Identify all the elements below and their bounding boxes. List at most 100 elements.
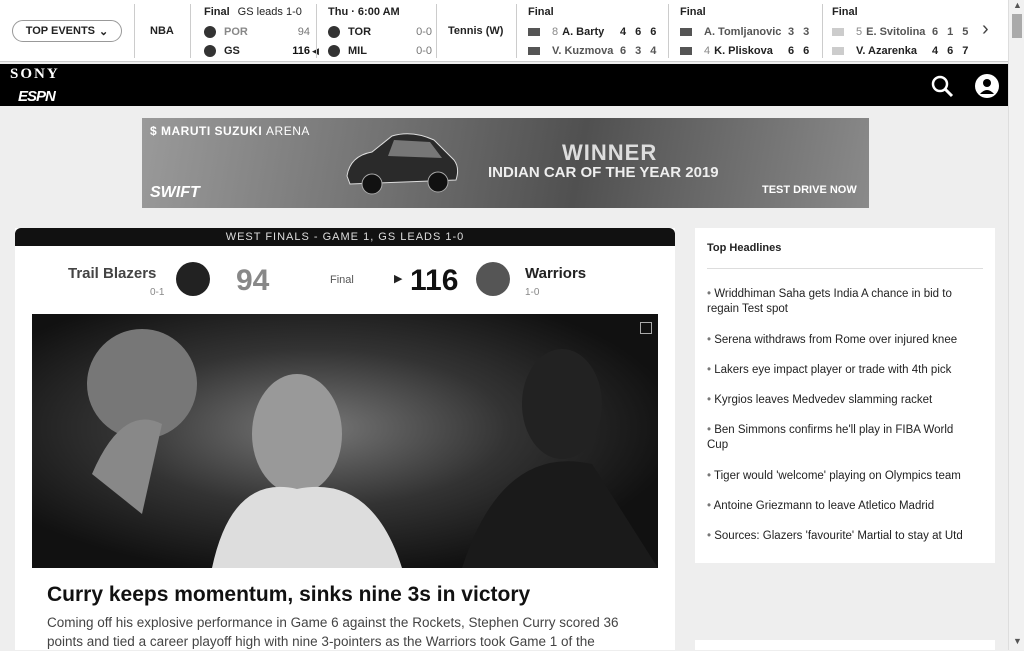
team-logo-icon [328,45,340,57]
top-headlines-title: Top Headlines [707,242,782,254]
player-name: K. Pliskova [714,45,773,57]
player-name: A. Barty [562,26,605,38]
headline-link[interactable]: Ben Simmons confirms he'll play in FIBA … [707,423,977,453]
set-scores: 466 [620,26,657,38]
secondary-card [695,640,995,650]
player-row: 8 A. Barty 4 6 6 [528,24,656,40]
headline-link[interactable]: Sources: Glazers 'favourite' Martial to … [707,529,977,544]
user-profile-icon[interactable] [975,74,999,98]
match-card-pliskova[interactable]: Final A. Tomljanovic 3 3 4 K. Pliskova 6 6 [674,0,818,62]
espn-logo[interactable]: ESPN [18,88,56,105]
chevron-right-icon[interactable]: › [982,18,989,41]
player-name: V. Azarenka [856,45,917,57]
flag-icon [832,47,844,55]
headline-link[interactable]: Antoine Griezmann to leave Atletico Madr… [707,499,977,514]
team-abbr: MIL [348,45,367,57]
headline-link[interactable]: Wriddhiman Saha gets India A chance in b… [707,287,977,317]
team-row: MIL 0-0 [328,43,432,59]
game-card-tor-mil[interactable]: Thu · 6:00 AM TOR 0-0 MIL 0-0 [322,0,434,62]
divider [190,4,191,58]
advertisement-banner[interactable]: $ MARUTI SUZUKI ARENA WINNER INDIAN CAR … [142,118,869,208]
away-team-record: 0-1 [150,287,165,298]
page-scrollbar[interactable]: ▲ ▼ [1008,0,1024,650]
car-image [346,133,459,195]
flag-icon [832,28,844,36]
match-status: Final [680,6,706,18]
player-row: 4 K. Pliskova 6 6 [680,43,809,59]
expand-image-icon[interactable] [640,322,652,334]
team-abbr: TOR [348,26,372,38]
series-note: GS leads 1-0 [237,6,302,18]
story-headline[interactable]: Curry keeps momentum, sinks nine 3s in v… [47,583,530,607]
match-status: Final [832,6,858,18]
team-score: 116 [292,45,310,57]
suzuki-logo-icon: $ [150,124,162,138]
set-scores: 66 [788,45,810,57]
hero-photo-illustration [87,329,658,568]
match-card-barty[interactable]: Final 8 A. Barty 4 6 6 V. Kuzmova 6 3 4 [522,0,664,62]
set-scores: 467 [932,45,969,57]
away-team-name[interactable]: Trail Blazers [68,265,156,282]
sport-label-nba: NBA [150,25,174,37]
team-logo-icon [204,26,216,38]
winner-arrow-icon: ▶ [394,273,403,285]
match-card-svitolina[interactable]: Final 5 E. Svitolina 6 1 5 V. Azarenka 4 6 7 [826,0,976,62]
divider [516,4,517,58]
home-team-score: 116 [410,264,459,297]
game-status: Final [330,274,354,286]
search-icon[interactable] [930,74,954,98]
scroll-down-arrow-icon[interactable]: ▼ [1013,636,1022,646]
sport-label-tennis: Tennis (W) [448,25,504,37]
team-score: 94 [297,26,310,38]
player-row: V. Azarenka 4 6 7 [832,43,968,59]
divider [316,4,317,58]
sony-logo[interactable]: SONY [10,66,60,83]
team-row: POR 94 [204,24,310,40]
home-team-name[interactable]: Warriors [525,265,586,282]
seed: 5 [856,26,863,38]
chevron-down-icon: ⌄ [99,25,109,38]
trail-blazers-logo-icon[interactable] [176,262,210,296]
divider [134,4,135,58]
team-abbr: POR [224,26,248,38]
headline-link[interactable]: Kyrgios leaves Medvedev slamming racket [707,393,977,408]
top-events-label: TOP EVENTS [25,25,96,37]
set-scores: 634 [620,45,657,57]
divider [822,4,823,58]
ad-subline: INDIAN CAR OF THE YEAR 2019 [488,164,719,181]
player-name: E. Svitolina [866,26,926,38]
seed: 8 [552,26,559,38]
flag-icon [528,28,540,36]
game-series-strip[interactable]: WEST FINALS - GAME 1, GS LEADS 1-0 [15,228,675,246]
flag-icon [528,47,540,55]
ad-cta-button[interactable]: TEST DRIVE NOW [762,184,857,196]
home-team-record: 1-0 [525,287,540,298]
team-logo-icon [328,26,340,38]
set-scores: 33 [788,26,810,38]
ad-headline: WINNER [562,140,658,165]
game-card-por-gs[interactable]: FinalGS leads 1-0 POR94 GS116◀ [198,0,319,62]
scoreboard-strip: TOP EVENTS ⌄ NBA Final GS leads 1-0 POR 94… [0,0,1008,62]
team-score: 0-0 [416,26,432,38]
team-row: TOR 0-0 [328,24,432,40]
away-team-score: 94 [236,264,270,297]
headline-link[interactable]: Serena withdraws from Rome over injured … [707,333,977,348]
headline-link[interactable]: Tiger would 'welcome' playing on Olympic… [707,469,977,484]
match-status: Final [528,6,554,18]
scroll-thumb[interactable] [1012,14,1022,38]
flag-icon [680,47,692,55]
top-events-dropdown[interactable]: TOP EVENTS ⌄ [12,20,122,42]
player-row: A. Tomljanovic 3 3 [680,24,809,40]
hero-image[interactable] [32,314,658,568]
warriors-logo-icon[interactable] [476,262,510,296]
scroll-up-arrow-icon[interactable]: ▲ [1013,0,1022,10]
player-name: A. Tomljanovic [704,26,782,38]
team-score: 0-0 [416,45,432,57]
story-summary: Coming off his explosive performance in … [47,615,619,649]
divider [707,268,983,269]
divider [668,4,669,58]
player-name: V. Kuzmova [552,45,614,57]
ad-model-logo: SWIFT [150,184,200,201]
headline-link[interactable]: Lakers eye impact player or trade with 4… [707,363,977,378]
game-status: Final GS leads 1-0 [204,6,302,18]
